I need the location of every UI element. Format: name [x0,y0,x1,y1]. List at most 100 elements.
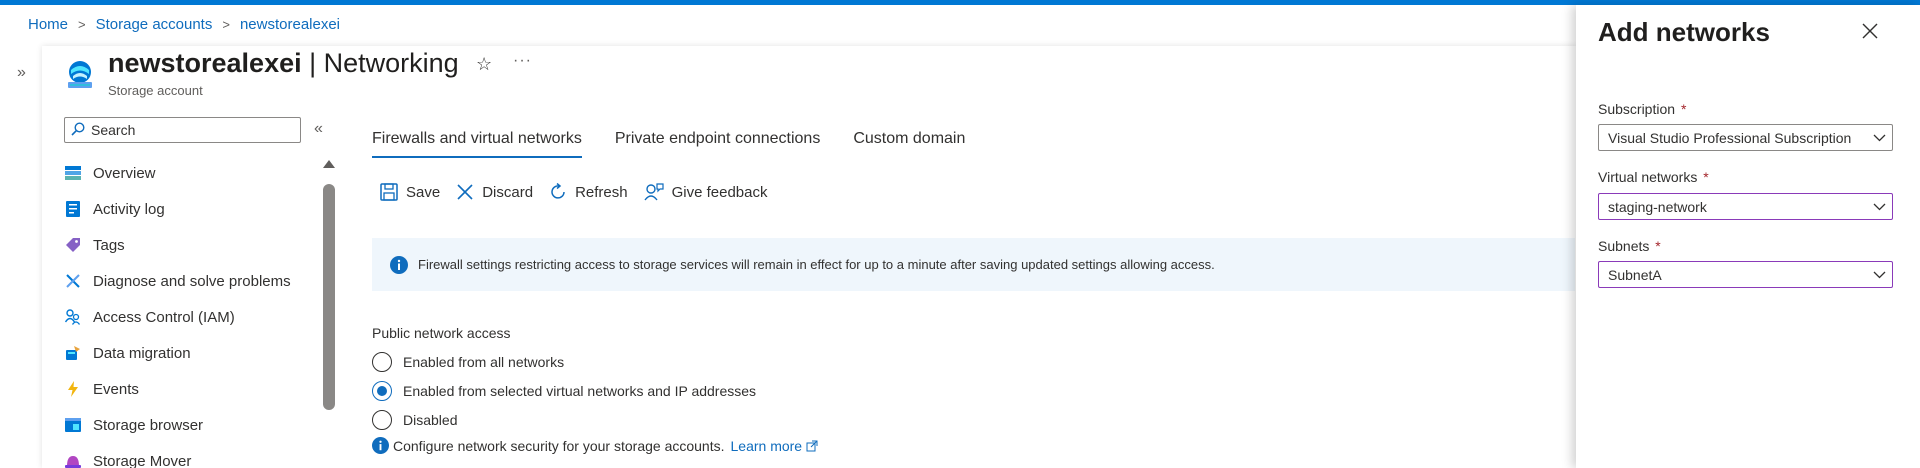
feedback-label: Give feedback [671,183,768,201]
panel-title: Add networks [1598,17,1770,47]
chevron-right-icon: > [78,17,86,32]
virtual-networks-label: Virtual networks * [1598,169,1709,185]
tab-custom-domain[interactable]: Custom domain [853,130,965,158]
virtual-networks-dropdown[interactable]: staging-network [1598,193,1893,220]
info-icon [372,437,389,454]
subscription-value: Visual Studio Professional Subscription [1608,129,1852,146]
info-banner-text: Firewall settings restricting access to … [418,257,1215,272]
chevron-down-icon [1866,134,1892,142]
feedback-icon [644,183,664,201]
favorite-star-icon[interactable]: ☆ [476,54,492,75]
radio-button[interactable] [372,409,392,430]
storage-account-icon [64,58,96,90]
menu-search-box[interactable] [64,117,301,143]
tab-firewalls[interactable]: Firewalls and virtual networks [372,130,582,158]
lightning-icon [64,380,82,398]
title-separator: | [301,48,324,78]
storage-browser-icon [64,416,82,434]
command-bar: Save Discard Refresh Give feedback [380,183,783,201]
tag-icon [64,236,82,254]
external-link-icon [806,440,818,452]
tab-bar: Firewalls and virtual networks Private e… [372,130,998,158]
tab-private-endpoints[interactable]: Private endpoint connections [615,130,820,158]
sidebar-item-iam[interactable]: Access Control (IAM) [64,299,291,335]
give-feedback-button[interactable]: Give feedback [644,183,768,201]
required-mark: * [1655,238,1661,254]
breadcrumb-resource[interactable]: newstorealexei [240,16,340,33]
breadcrumb-storage-accounts[interactable]: Storage accounts [96,16,213,33]
radio-label: Enabled from selected virtual networks a… [403,382,757,399]
close-icon [1862,23,1878,42]
radio-label: Disabled [403,411,458,428]
sidebar-item-label: Storage Mover [93,452,192,468]
search-icon [71,121,85,139]
sidebar-item-label: Tags [93,236,125,254]
learn-more-label: Learn more [730,437,803,454]
sidebar-item-storage-browser[interactable]: Storage browser [64,407,291,443]
subnets-label-text: Subnets [1598,238,1650,254]
info-banner: Firewall settings restricting access to … [372,238,1575,291]
people-icon [64,308,82,326]
chevron-down-icon [1866,203,1892,211]
scroll-up-arrow-icon[interactable] [323,160,335,168]
scrollbar-thumb[interactable] [323,184,335,410]
subscription-label: Subscription * [1598,101,1686,117]
info-icon [390,255,408,274]
add-networks-panel: Add networks Subscription * Visual Studi… [1576,5,1920,468]
sidebar-item-activity-log[interactable]: Activity log [64,191,291,227]
sidebar-item-label: Access Control (IAM) [93,308,235,326]
public-network-access-label: Public network access [372,325,511,341]
chevron-down-icon [1866,271,1892,279]
public-network-access-radio-group: Enabled from all networks Enabled from s… [372,347,756,434]
refresh-label: Refresh [575,183,628,201]
discard-button[interactable]: Discard [456,183,533,201]
configure-note-text: Configure network security for your stor… [393,437,725,454]
sidebar-item-label: Events [93,380,139,398]
subnets-value: SubnetA [1608,266,1662,283]
close-panel-button[interactable] [1862,23,1878,42]
close-icon [456,183,474,201]
storage-mover-icon [64,452,82,468]
radio-label: Enabled from all networks [403,353,565,370]
wrench-icon [64,272,82,290]
radio-option-disabled[interactable]: Disabled [372,405,756,434]
virtual-networks-value: staging-network [1608,198,1707,215]
data-migration-icon [64,344,82,362]
resource-name: newstorealexei [108,48,302,78]
sidebar-item-storage-mover[interactable]: Storage Mover [64,443,291,468]
required-mark: * [1680,101,1687,117]
radio-button-selected[interactable] [372,380,392,401]
expand-sidebar-icon[interactable]: » [17,64,26,82]
collapse-menu-icon[interactable]: « [314,120,323,138]
menu-scrollbar[interactable] [321,160,335,468]
sidebar-item-data-migration[interactable]: Data migration [64,335,291,371]
sidebar-item-diagnose[interactable]: Diagnose and solve problems [64,263,291,299]
sidebar-item-tags[interactable]: Tags [64,227,291,263]
breadcrumb: Home > Storage accounts > newstorealexei [28,16,340,33]
subnets-dropdown[interactable]: SubnetA [1598,261,1893,288]
learn-more-link[interactable]: Learn more [731,438,819,454]
radio-button[interactable] [372,351,392,372]
configure-note: Configure network security for your stor… [372,437,818,454]
page-title: newstorealexei | Networking [108,48,459,79]
sidebar-item-events[interactable]: Events [64,371,291,407]
virtual-networks-label-text: Virtual networks [1598,169,1698,185]
radio-option-selected-networks[interactable]: Enabled from selected virtual networks a… [372,376,756,405]
discard-label: Discard [482,183,534,201]
activity-log-icon [64,200,82,218]
sidebar-item-label: Diagnose and solve problems [93,272,291,290]
search-input[interactable] [91,122,291,138]
refresh-button[interactable]: Refresh [549,183,628,201]
radio-option-all-networks[interactable]: Enabled from all networks [372,347,756,376]
required-mark: * [1703,169,1709,185]
breadcrumb-home[interactable]: Home [28,16,68,33]
sidebar-item-label: Overview [93,164,156,182]
subscription-dropdown[interactable]: Visual Studio Professional Subscription [1598,124,1893,151]
more-options-icon[interactable]: ··· [513,52,532,70]
sidebar-item-label: Activity log [93,200,165,218]
save-button[interactable]: Save [380,183,440,201]
sidebar-item-overview[interactable]: Overview [64,155,291,191]
save-icon [380,183,398,201]
refresh-icon [549,183,567,201]
save-label: Save [406,183,441,201]
